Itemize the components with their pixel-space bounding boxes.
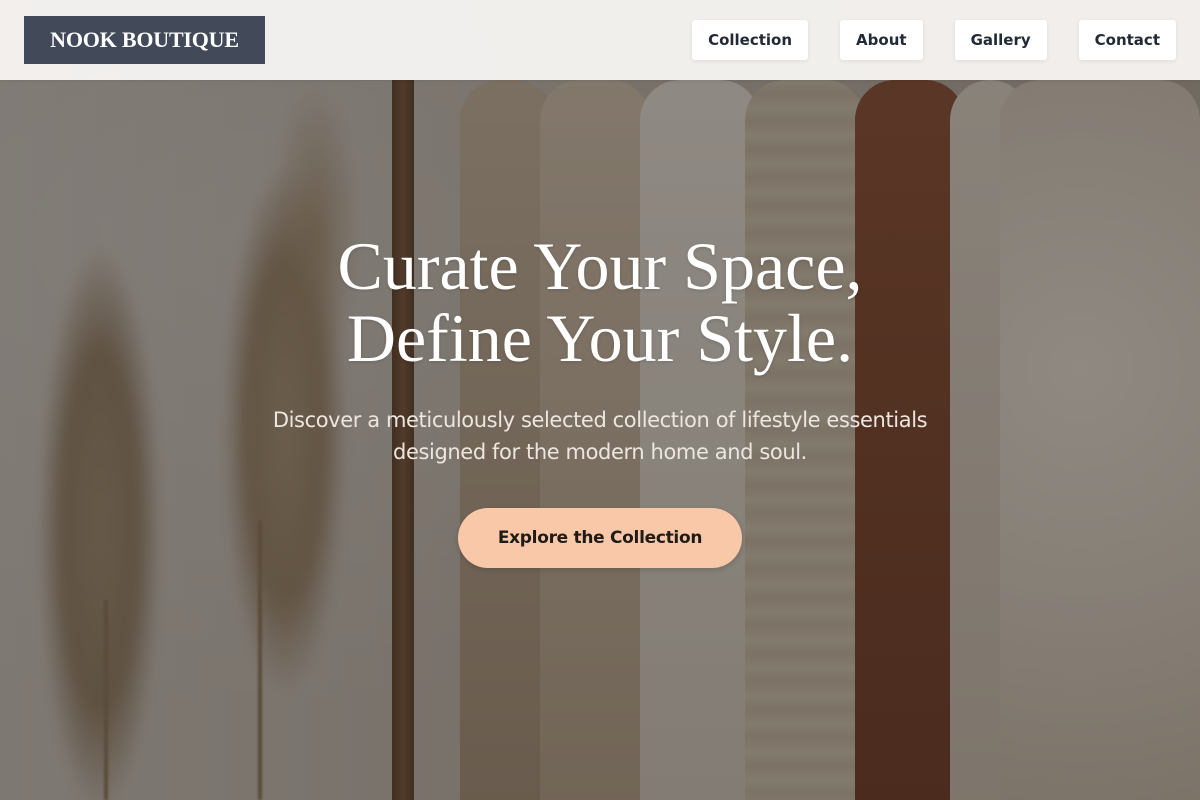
main-nav: Collection About Gallery Contact: [692, 20, 1176, 60]
hero-title-line-1: Curate Your Space,: [337, 228, 863, 304]
brand-logo[interactable]: NOOK BOUTIQUE: [24, 16, 265, 64]
nav-item-gallery[interactable]: Gallery: [954, 20, 1047, 60]
explore-collection-button[interactable]: Explore the Collection: [457, 508, 743, 568]
nav-item-about[interactable]: About: [840, 20, 923, 60]
hero-section: Curate Your Space, Define Your Style. Di…: [0, 230, 1200, 568]
hero-title-line-2: Define Your Style.: [346, 300, 854, 376]
page: NOOK BOUTIQUE Collection About Gallery C…: [0, 0, 1200, 800]
hero-title: Curate Your Space, Define Your Style.: [0, 230, 1200, 374]
site-header: NOOK BOUTIQUE Collection About Gallery C…: [0, 0, 1200, 80]
hero-subtitle: Discover a meticulously selected collect…: [272, 408, 928, 464]
nav-item-collection[interactable]: Collection: [692, 20, 809, 60]
nav-item-contact[interactable]: Contact: [1078, 20, 1176, 60]
